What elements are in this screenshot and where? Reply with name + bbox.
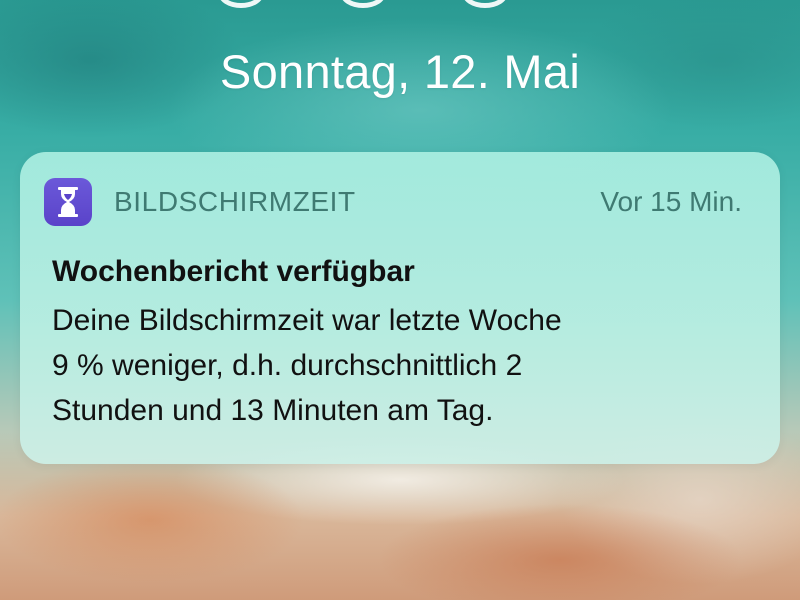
lockscreen-date: Sonntag, 12. Mai bbox=[219, 45, 581, 98]
notification-app-name: BILDSCHIRMZEIT bbox=[114, 186, 356, 217]
notification-body-line: 9 % weniger, d.h. durchschnittlich 2 bbox=[52, 349, 523, 382]
notification-body-line: Deine Bildschirmzeit war letzte Woche bbox=[52, 304, 562, 337]
hourglass-icon bbox=[44, 178, 92, 226]
lockscreen-top-icons bbox=[0, 0, 800, 8]
lockscreen-icon-center bbox=[340, 0, 386, 8]
notification-title: Wochenbericht verfügbar bbox=[52, 255, 415, 288]
notification-card[interactable]: BILDSCHIRMZEIT Vor 15 Min. Wochenbericht… bbox=[20, 152, 780, 464]
lockscreen-icon-left bbox=[218, 0, 264, 8]
notification-header: BILDSCHIRMZEIT Vor 15 Min. bbox=[44, 178, 742, 226]
lockscreen-icon-right bbox=[462, 0, 508, 8]
notification-body-line: Stunden und 13 Minuten am Tag. bbox=[52, 394, 494, 427]
notification-body: Deine Bildschirmzeit war letzte Woche 9 … bbox=[52, 298, 740, 433]
notification-timestamp: Vor 15 Min. bbox=[600, 186, 742, 217]
